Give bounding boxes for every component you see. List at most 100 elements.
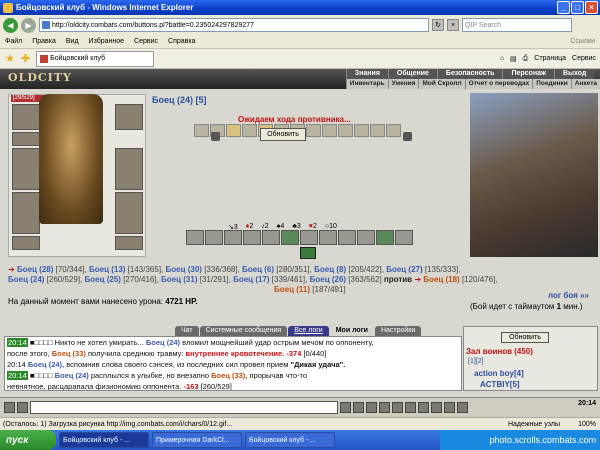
url-input[interactable]: http://oldcity.combats.com/buttons.pl?ba…: [39, 18, 429, 32]
tab-settings[interactable]: Настройки: [374, 326, 422, 336]
refresh-button[interactable]: Обновить: [260, 128, 306, 141]
task-button[interactable]: Бойцовский клуб - ...: [59, 432, 149, 448]
special-action-button[interactable]: [300, 247, 316, 259]
hit-zone[interactable]: [354, 124, 369, 137]
fighter-name[interactable]: Боец (24) [5]: [152, 95, 207, 105]
nav-inventory[interactable]: Инвентарь: [345, 79, 388, 89]
stop-icon[interactable]: ×: [447, 19, 459, 31]
game-area: OLDCITY Знания Общение Безопасность Перс…: [0, 69, 600, 417]
tab-icon: [40, 54, 49, 63]
scroll-icon[interactable]: [379, 402, 390, 413]
action-button[interactable]: [395, 230, 413, 245]
menu-tools[interactable]: Сервис: [134, 38, 158, 45]
status-bar: (Осталось: 1) Загрузка рисунка http://im…: [0, 417, 600, 430]
send-icon[interactable]: [340, 402, 351, 413]
nav-security[interactable]: Безопасность: [436, 69, 503, 79]
gloves-slot[interactable]: [115, 104, 143, 130]
menu-edit[interactable]: Правка: [32, 38, 56, 45]
tab-system[interactable]: Системные сообщения: [199, 326, 288, 336]
smiley-icon[interactable]: [17, 402, 28, 413]
hit-zone[interactable]: [370, 124, 385, 137]
refresh-icon[interactable]: ↻: [432, 19, 444, 31]
exit-icon[interactable]: [457, 402, 468, 413]
nav-profile[interactable]: Анкета: [570, 79, 600, 89]
action-button[interactable]: [376, 230, 394, 245]
weapon-slot[interactable]: [12, 148, 40, 190]
action-button[interactable]: [319, 230, 337, 245]
task-button[interactable]: Бойцовский клуб - ...: [245, 432, 335, 448]
minimize-button[interactable]: _: [557, 1, 570, 14]
action-button[interactable]: [281, 230, 299, 245]
nav-battles[interactable]: Поединки: [532, 79, 571, 89]
room-pages[interactable]: [1][2]: [468, 358, 484, 365]
tab-my-logs[interactable]: Мои логи: [329, 326, 374, 336]
hit-zone[interactable]: [338, 124, 353, 137]
links-label[interactable]: Ссылки: [570, 38, 595, 45]
tools-menu[interactable]: Сервис: [572, 55, 596, 62]
action-button[interactable]: [186, 230, 204, 245]
maximize-button[interactable]: □: [571, 1, 584, 14]
hit-zone[interactable]: [242, 124, 257, 137]
zoom-level[interactable]: 100%: [578, 421, 596, 428]
hit-zone[interactable]: [306, 124, 321, 137]
action-button[interactable]: [300, 230, 318, 245]
battle-log-link[interactable]: лог боя »»: [548, 291, 589, 300]
nav-communication[interactable]: Общение: [387, 69, 437, 79]
mail-icon[interactable]: [444, 402, 455, 413]
action-button[interactable]: [205, 230, 223, 245]
action-button[interactable]: [224, 230, 242, 245]
hit-zone[interactable]: [194, 124, 209, 137]
nav-transfers[interactable]: Отчет о переводах: [464, 79, 533, 89]
action-button[interactable]: [357, 230, 375, 245]
search-input[interactable]: QIP Search: [462, 18, 572, 32]
hit-zone[interactable]: [226, 124, 241, 137]
friends-icon[interactable]: [392, 402, 403, 413]
helmet-slot[interactable]: [12, 104, 40, 130]
settings-icon[interactable]: [4, 402, 15, 413]
filter-icon[interactable]: [366, 402, 377, 413]
boots-slot[interactable]: [115, 236, 143, 250]
print-icon[interactable]: ⎙: [523, 55, 529, 63]
page-menu[interactable]: Страница: [534, 55, 566, 62]
nav-exit[interactable]: Выход: [553, 69, 595, 79]
amulet-slot[interactable]: [12, 132, 40, 146]
nav-scroll[interactable]: Мой Скролл: [418, 79, 465, 89]
clear-icon[interactable]: [353, 402, 364, 413]
music-icon[interactable]: [418, 402, 429, 413]
translit-icon[interactable]: [431, 402, 442, 413]
tab-all-logs[interactable]: Все логи: [288, 326, 329, 336]
feeds-icon[interactable]: ▤: [510, 55, 517, 63]
hit-zone[interactable]: [386, 124, 401, 137]
sound-icon[interactable]: [405, 402, 416, 413]
room-refresh-button[interactable]: Обновить: [501, 332, 549, 343]
menu-view[interactable]: Вид: [66, 38, 79, 45]
security-zone: Надежные узлы: [507, 420, 560, 428]
chat-input[interactable]: [30, 401, 338, 414]
room-user[interactable]: action boy[4]: [474, 369, 524, 378]
belt-slot[interactable]: [12, 236, 40, 250]
nav-knowledge[interactable]: Знания: [345, 69, 388, 79]
nav-character[interactable]: Персонаж: [502, 69, 554, 79]
room-user[interactable]: ACTBIY[5]: [480, 380, 520, 389]
add-favorites-icon[interactable]: ✚: [21, 52, 30, 65]
menu-favorites[interactable]: Избранное: [89, 38, 124, 45]
nav-skills[interactable]: Умения: [387, 79, 419, 89]
armor-slot[interactable]: [12, 192, 40, 234]
forward-icon[interactable]: ▶: [21, 17, 36, 33]
action-button[interactable]: [338, 230, 356, 245]
close-button[interactable]: ×: [585, 1, 598, 14]
menu-file[interactable]: Файл: [5, 38, 22, 45]
task-button[interactable]: Примерочная DarkCl...: [152, 432, 242, 448]
start-button[interactable]: пуск: [0, 430, 56, 450]
action-button[interactable]: [262, 230, 280, 245]
tab-chat[interactable]: Чат: [175, 326, 199, 336]
action-button[interactable]: [243, 230, 261, 245]
home-icon[interactable]: ⌂: [500, 55, 504, 62]
browser-tab[interactable]: Бойцовский клуб: [36, 50, 155, 67]
hit-zone[interactable]: [322, 124, 337, 137]
leggings-slot[interactable]: [115, 192, 143, 234]
shield-slot[interactable]: [115, 148, 143, 190]
back-icon[interactable]: ◀: [3, 17, 18, 33]
favorites-star-icon[interactable]: ★: [5, 52, 15, 65]
menu-help[interactable]: Справка: [168, 38, 195, 45]
